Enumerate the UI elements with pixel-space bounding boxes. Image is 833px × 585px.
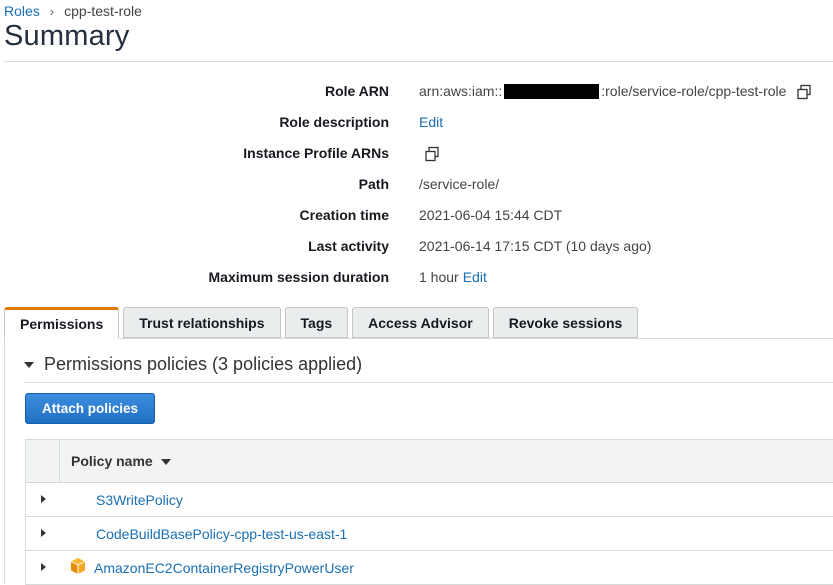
role-description-row: Role description Edit [0, 106, 833, 137]
policy-link[interactable]: CodeBuildBasePolicy-cpp-test-us-east-1 [96, 526, 347, 542]
table-row: CodeBuildBasePolicy-cpp-test-us-east-1 [26, 517, 833, 551]
edit-session-duration-link[interactable]: Edit [463, 269, 487, 285]
path-label: Path [358, 176, 389, 192]
path-row: Path /service-role/ [0, 168, 833, 199]
instance-profile-label: Instance Profile ARNs [243, 145, 389, 161]
policy-name-column-header[interactable]: Policy name [71, 453, 171, 469]
role-summary: Role ARN arn:aws:iam:: :role/service-rol… [0, 75, 833, 292]
attach-policies-button[interactable]: Attach policies [25, 393, 155, 424]
policies-table: Policy name S3WritePolicy CodeBuildBaseP… [25, 439, 833, 585]
table-row: AmazonEC2ContainerRegistryPowerUser [26, 551, 833, 585]
breadcrumb-current: cpp-test-role [64, 3, 142, 19]
breadcrumb-roles-link[interactable]: Roles [4, 3, 40, 19]
tab-revoke-sessions[interactable]: Revoke sessions [492, 307, 639, 338]
permissions-policies-header[interactable]: Permissions policies (3 policies applied… [24, 354, 362, 375]
role-arn-suffix: :role/service-role/cpp-test-role [601, 83, 787, 99]
expand-row-caret-icon[interactable] [41, 563, 46, 571]
policy-link[interactable]: AmazonEC2ContainerRegistryPowerUser [94, 560, 354, 576]
creation-time-row: Creation time 2021-06-04 15:44 CDT [0, 199, 833, 230]
creation-time-value: 2021-06-04 15:44 CDT [419, 207, 563, 223]
last-activity-row: Last activity 2021-06-14 17:15 CDT (10 d… [0, 230, 833, 261]
role-arn-value: arn:aws:iam:: :role/service-role/cpp-tes… [419, 83, 812, 100]
path-value: /service-role/ [419, 176, 500, 192]
max-session-value: 1 hour [419, 269, 459, 285]
expand-row-caret-icon[interactable] [41, 529, 46, 537]
breadcrumb: Roles › cpp-test-role [4, 3, 142, 19]
copy-icon[interactable] [796, 84, 812, 100]
role-tabs: Permissions Trust relationships Tags Acc… [4, 307, 639, 339]
table-row: S3WritePolicy [26, 483, 833, 517]
role-arn-row: Role ARN arn:aws:iam:: :role/service-rol… [0, 75, 833, 106]
tab-access-advisor[interactable]: Access Advisor [352, 307, 489, 338]
sort-caret-icon[interactable] [160, 459, 171, 465]
redacted-account-id [504, 83, 600, 99]
role-arn-prefix: arn:aws:iam:: [419, 83, 503, 99]
title-divider [4, 61, 833, 62]
last-activity-value: 2021-06-14 17:15 CDT (10 days ago) [419, 238, 652, 254]
edit-description-link[interactable]: Edit [419, 114, 443, 130]
role-arn-label: Role ARN [324, 83, 389, 99]
permissions-policies-title: Permissions policies (3 policies applied… [44, 354, 363, 374]
tab-tags[interactable]: Tags [284, 307, 349, 338]
creation-time-label: Creation time [299, 207, 389, 223]
collapse-caret-icon[interactable] [24, 361, 34, 368]
role-description-label: Role description [279, 114, 389, 130]
tab-trust-relationships[interactable]: Trust relationships [123, 307, 281, 338]
max-session-label: Maximum session duration [208, 269, 389, 285]
policy-name-header-label: Policy name [71, 453, 153, 469]
expand-column-header [26, 440, 60, 482]
policy-link[interactable]: S3WritePolicy [96, 492, 183, 508]
table-header: Policy name [26, 439, 833, 483]
tab-permissions[interactable]: Permissions [4, 307, 120, 339]
max-session-row: Maximum session duration 1 hour Edit [0, 261, 833, 292]
breadcrumb-separator: › [49, 3, 55, 19]
expand-row-caret-icon[interactable] [41, 495, 46, 503]
last-activity-label: Last activity [308, 238, 389, 254]
page-title: Summary [4, 20, 130, 52]
instance-profile-row: Instance Profile ARNs [0, 137, 833, 168]
aws-managed-policy-cube-icon [69, 558, 94, 577]
section-divider [24, 382, 833, 383]
copy-icon[interactable] [424, 146, 440, 162]
